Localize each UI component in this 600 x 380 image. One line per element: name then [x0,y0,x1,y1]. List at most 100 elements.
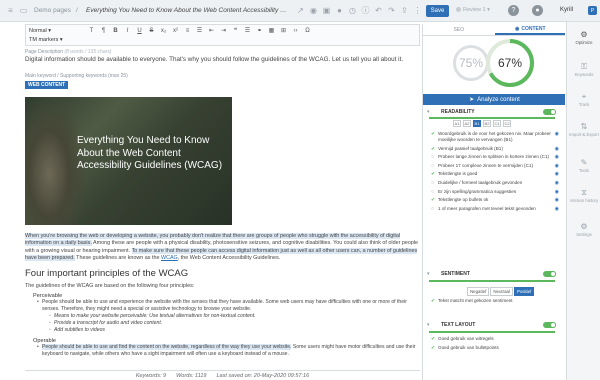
level-b1[interactable]: B1 [473,120,481,127]
review-status[interactable]: Review 1 ▾ [456,7,490,13]
sidebar-item-optimize[interactable]: ⚙ Optimize [567,30,600,46]
eye-icon[interactable]: ◉ [555,171,559,177]
page-description-field[interactable]: Digital information should be available … [25,56,420,64]
ordered-list-icon[interactable]: ≡ [184,28,191,35]
sidebar-item-settings[interactable]: ⚙ Settings [567,222,600,238]
sidebar-item-import-export[interactable]: ⇅ Import & Export [567,122,600,138]
outdent-icon[interactable]: ⇤ [208,28,215,35]
hamburger-icon[interactable]: ≡ [6,6,15,15]
text-layout-toggle[interactable] [543,321,556,328]
subscript-icon[interactable]: x₂ [160,28,167,35]
check-row[interactable]: ○ 1 of meer paragrafen met teveel tekst g… [431,206,559,212]
user-name[interactable]: Kyrill [560,7,573,13]
keyword-tag[interactable]: WEB CONTENT [25,81,69,89]
check-row[interactable]: ✔ Tekst matcht met gekozen sentiment [431,298,559,304]
eye-icon[interactable]: ◉ [555,206,559,212]
superscript-icon[interactable]: x² [172,28,179,35]
users-icon[interactable]: ● [335,6,344,15]
check-row[interactable]: ○ Er zijn spelling/grammatica suggesties ◉ [431,189,559,195]
wcag-link[interactable]: WCAG [161,255,178,261]
readability-toggle[interactable] [543,108,556,115]
level-b2[interactable]: B2 [483,120,491,127]
check-row[interactable]: ✔ Goed gebruik van bulletpoints [431,345,559,351]
readability-header[interactable]: ▾ READABILITY [423,106,565,117]
check-icon: ✔ [431,131,436,137]
strike-icon[interactable]: S [148,28,155,35]
panel-tabs: SEO ◉ CONTENT [423,24,565,36]
bold-icon[interactable]: B [112,28,119,35]
eye-icon[interactable]: ◉ [555,146,559,152]
level-c2[interactable]: C2 [503,120,511,127]
more-icon[interactable]: ⋮ [413,6,422,15]
user-badge[interactable]: P [588,6,597,15]
hero-image[interactable]: Everything You Need to Know About the We… [25,97,232,225]
external-link-icon[interactable]: ↗ [296,6,305,15]
account-icon[interactable]: ● [532,5,543,16]
save-button[interactable]: Save [426,5,449,17]
sentiment-toggle[interactable] [543,270,556,277]
check-row[interactable]: ✔ Woordgebruik is de voor het gekozen niv… [431,131,559,143]
level-a1[interactable]: A1 [453,120,461,127]
help-icon[interactable]: ? [508,5,519,16]
check-row[interactable]: ○ Duidelijke / formeel taalgebruik gevond… [431,180,559,186]
lock-icon[interactable]: ▣ [322,6,331,15]
breadcrumb[interactable]: Demo pages [34,7,71,14]
check-row[interactable]: ○ Probeer 17 complexe zinnen te vermijden… [431,163,559,169]
info-icon[interactable]: ⓘ [361,6,370,15]
indent-icon[interactable]: ⇥ [220,28,227,35]
underline-icon[interactable]: U [136,28,143,35]
sidebar-item-version-history[interactable]: ⧖ Version history [567,188,600,204]
check-row[interactable]: ✔ Vermijd passief taalgebruik (B1) ◉ [431,146,559,152]
page-title: Everything You Need to Know About the We… [86,7,291,14]
list-item: Add subtitles to videos [49,327,420,334]
link-icon[interactable]: ⚭ [256,28,263,35]
eye-icon[interactable]: ◉ [555,163,559,169]
tab-seo[interactable]: SEO [423,24,495,35]
previous-score: 75% [453,45,489,81]
align-icon[interactable]: ☰ [244,28,251,35]
undo-icon[interactable]: ↶ [374,6,383,15]
special-char-icon[interactable]: Ω [304,28,311,35]
eye-icon[interactable]: ◉ [555,154,559,160]
editor-content[interactable]: Page Description (8 words / 135 chars) D… [25,47,420,369]
level-a2[interactable]: A2 [463,120,471,127]
sentiment-negatief-button[interactable]: Negatief [467,287,490,296]
check-row[interactable]: ✔ Tekstlengte op bullets ok ◉ [431,197,559,203]
quote-icon[interactable]: ❝ [232,28,239,35]
sentiment-header[interactable]: ▾ SENTIMENT [423,268,565,279]
redo-icon[interactable]: ↷ [387,6,396,15]
sentiment-neutraal-button[interactable]: Neutraal [490,287,513,296]
format-select[interactable]: Normal ▾ [29,28,51,34]
image-icon[interactable]: ▦ [268,28,275,35]
folder-icon[interactable]: ▭ [19,6,28,15]
eye-icon[interactable]: ◉ [555,197,559,203]
eye-icon[interactable]: ◉ [555,180,559,186]
code-icon[interactable]: ‹› [292,28,299,35]
check-row[interactable]: ○ Probeer lange zinnen te splitsen in kor… [431,154,559,160]
share-icon[interactable]: ⇪ [400,6,409,15]
sidebar-item-track[interactable]: ⌖ Track [567,92,600,108]
tab-content[interactable]: ◉ CONTENT [494,24,565,35]
intro-paragraph[interactable]: When you're browsing the web or developi… [25,233,420,263]
eye-icon[interactable]: ◉ [555,131,559,137]
check-row[interactable]: ✔ Tekstlengte is goed ◉ [431,171,559,177]
keywords-label: Main keyword / Supporting keywords (max … [25,73,128,79]
sentiment-positief-button[interactable]: Positief [513,287,535,296]
analyze-content-button[interactable]: ➤ Analyze content [423,94,565,105]
circle-icon: ○ [431,154,435,161]
table-icon[interactable]: ⊞ [280,28,287,35]
text-layout-header[interactable]: ▾ TEXT LAYOUT [423,319,565,330]
bullet-list-icon[interactable]: ☰ [196,28,203,35]
level-c1[interactable]: C1 [493,120,501,127]
font-icon[interactable]: T [88,28,95,35]
italic-icon[interactable]: I [124,28,131,35]
eye-icon[interactable]: ◉ [555,189,559,195]
eye-icon[interactable]: ◉ [309,6,318,15]
clock-icon[interactable]: ◷ [348,6,357,15]
sidebar-item-keywords[interactable]: ⚿ Keywords [567,62,600,78]
check-row[interactable]: ✔ Goed gebruik van witregels [431,336,559,342]
sidebar-item-tools[interactable]: ✎ Tools [567,158,600,174]
style-select[interactable]: TM markers ▾ [29,37,63,43]
size-icon[interactable]: ¶ [100,28,107,35]
check-text: Tekstlengte is goed [438,171,478,177]
